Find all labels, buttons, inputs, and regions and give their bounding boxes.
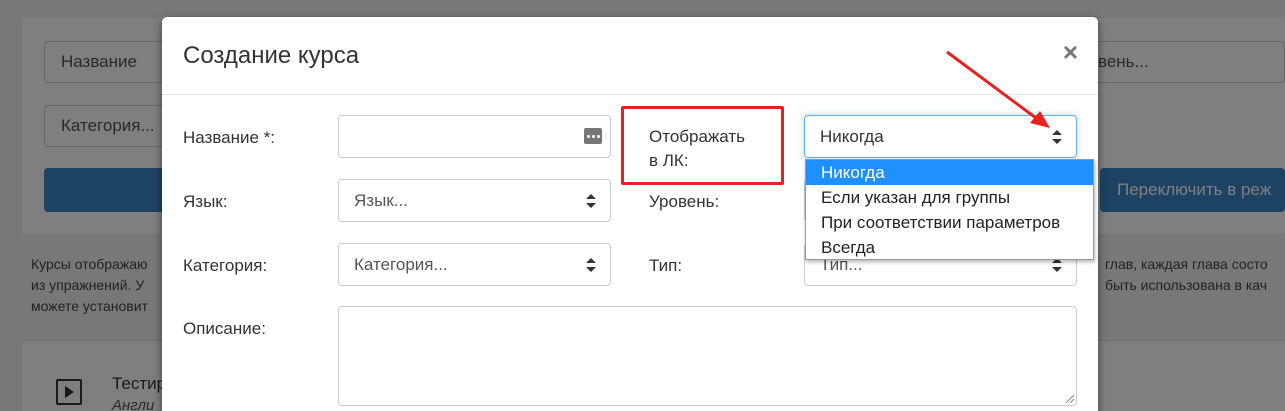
annotation-highlight-box	[621, 106, 784, 185]
resize-handle-icon[interactable]	[1065, 394, 1074, 403]
description-textarea[interactable]	[338, 306, 1077, 406]
show-in-lk-select[interactable]: Никогда	[804, 115, 1077, 158]
password-manager-icon[interactable]	[584, 128, 602, 144]
option-never[interactable]: Никогда	[806, 160, 1093, 185]
category-select[interactable]: Категория...	[338, 243, 611, 286]
description-label: Описание:	[183, 319, 266, 338]
close-button[interactable]: ×	[1063, 39, 1078, 65]
option-if-params-match[interactable]: При соответствии параметров	[806, 210, 1093, 235]
language-label: Язык:	[183, 192, 228, 211]
show-in-lk-select-value: Никогда	[820, 126, 884, 146]
sort-arrows-icon	[586, 193, 596, 208]
language-select-value: Язык...	[354, 190, 408, 210]
name-label: Название *:	[183, 128, 276, 147]
option-if-set-for-group[interactable]: Если указан для группы	[806, 185, 1093, 210]
sort-arrows-icon	[586, 257, 596, 272]
course-name-input[interactable]	[338, 115, 611, 158]
category-select-value: Категория...	[354, 254, 448, 274]
language-select[interactable]: Язык...	[338, 179, 611, 222]
level-label: Уровень:	[649, 192, 720, 211]
modal-title: Создание курса	[183, 42, 360, 69]
show-in-lk-options: Никогда Если указан для группы При соотв…	[805, 159, 1094, 260]
sort-arrows-icon	[1052, 129, 1062, 144]
type-label: Тип:	[649, 256, 683, 275]
category-label: Категория:	[183, 256, 268, 275]
modal-header: Создание курса ×	[162, 17, 1098, 95]
option-always[interactable]: Всегда	[806, 235, 1093, 260]
